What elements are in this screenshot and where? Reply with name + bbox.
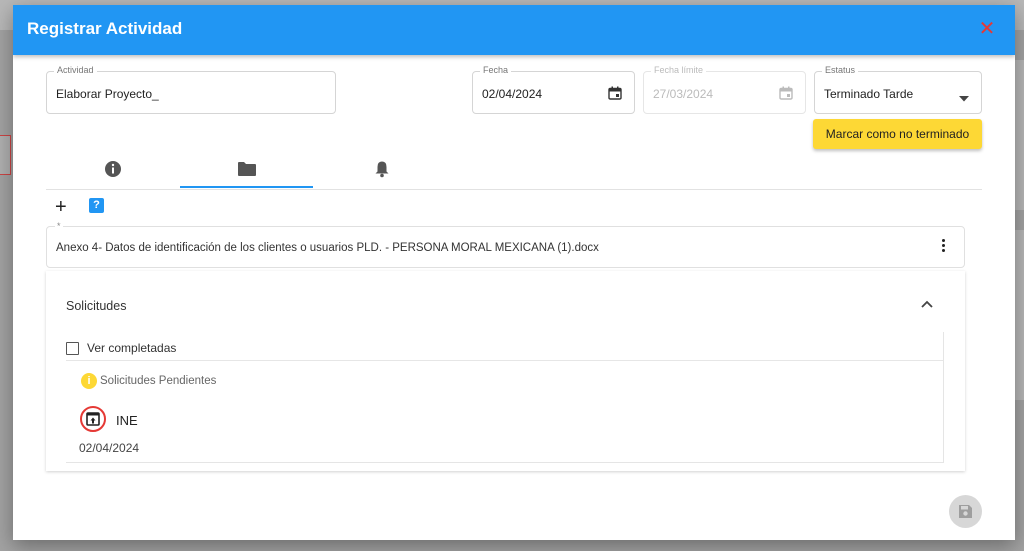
mark-unfinished-button[interactable]: Marcar como no terminado — [813, 119, 982, 149]
status-value: Terminado Tarde — [824, 87, 914, 101]
bell-icon — [375, 161, 389, 178]
dialog-title: Registrar Actividad — [27, 19, 183, 38]
upload-button[interactable] — [80, 406, 106, 432]
info-icon: i — [81, 373, 97, 389]
folder-icon — [238, 162, 256, 176]
dialog-header: Registrar Actividad ✕ — [13, 5, 1015, 55]
deadline-label: Fecha límite — [651, 65, 707, 75]
request-date: 02/04/2024 — [79, 441, 140, 455]
pending-requests-label: Solicitudes Pendientes — [100, 375, 217, 387]
activity-tabs — [46, 155, 982, 190]
activity-label: Actividad — [54, 65, 97, 75]
calendar-icon[interactable] — [608, 86, 622, 105]
activity-value: Elaborar Proyecto_ — [56, 87, 159, 101]
date-label: Fecha — [480, 65, 512, 75]
background-card — [1015, 230, 1024, 400]
activity-field[interactable]: Actividad Elaborar Proyecto_ — [46, 65, 336, 114]
register-activity-dialog: Registrar Actividad ✕ Actividad Elaborar… — [13, 5, 1015, 540]
show-completed-label: Ver completadas — [87, 341, 177, 355]
add-file-button[interactable]: + — [55, 197, 67, 217]
calendar-icon — [779, 86, 793, 105]
status-label: Estatus — [822, 65, 859, 75]
save-icon — [959, 505, 972, 518]
file-name: Anexo 4- Datos de identificación de los … — [56, 242, 599, 254]
requests-panel: Solicitudes Ver completadas i Solicitude… — [46, 271, 965, 471]
show-completed-checkbox[interactable] — [66, 342, 79, 355]
close-icon[interactable]: ✕ — [977, 19, 997, 39]
requests-title: Solicitudes — [66, 299, 127, 313]
info-icon — [105, 161, 121, 177]
tab-info[interactable] — [46, 155, 179, 188]
file-item[interactable]: * Anexo 4- Datos de identificación de lo… — [46, 221, 965, 268]
tab-files[interactable] — [180, 155, 313, 188]
tab-notifications[interactable] — [314, 155, 447, 188]
background-card — [1015, 60, 1024, 210]
save-button[interactable] — [949, 495, 982, 528]
chevron-up-icon[interactable] — [921, 295, 933, 313]
upload-icon — [86, 412, 100, 426]
required-marker: * — [55, 221, 63, 231]
requests-content: Ver completadas i Solicitudes Pendientes… — [66, 332, 944, 463]
more-vert-icon[interactable] — [940, 239, 946, 257]
request-name: INE — [116, 413, 138, 428]
caret-down-icon — [959, 89, 969, 107]
date-value: 02/04/2024 — [482, 87, 543, 101]
deadline-value: 27/03/2024 — [653, 87, 714, 101]
divider — [66, 360, 943, 361]
deadline-field: Fecha límite 27/03/2024 — [643, 65, 806, 114]
background-error-field — [0, 135, 11, 175]
date-field[interactable]: Fecha 02/04/2024 — [472, 65, 635, 114]
help-icon[interactable]: ? — [89, 198, 104, 213]
status-select[interactable]: Estatus Terminado Tarde — [814, 65, 982, 114]
